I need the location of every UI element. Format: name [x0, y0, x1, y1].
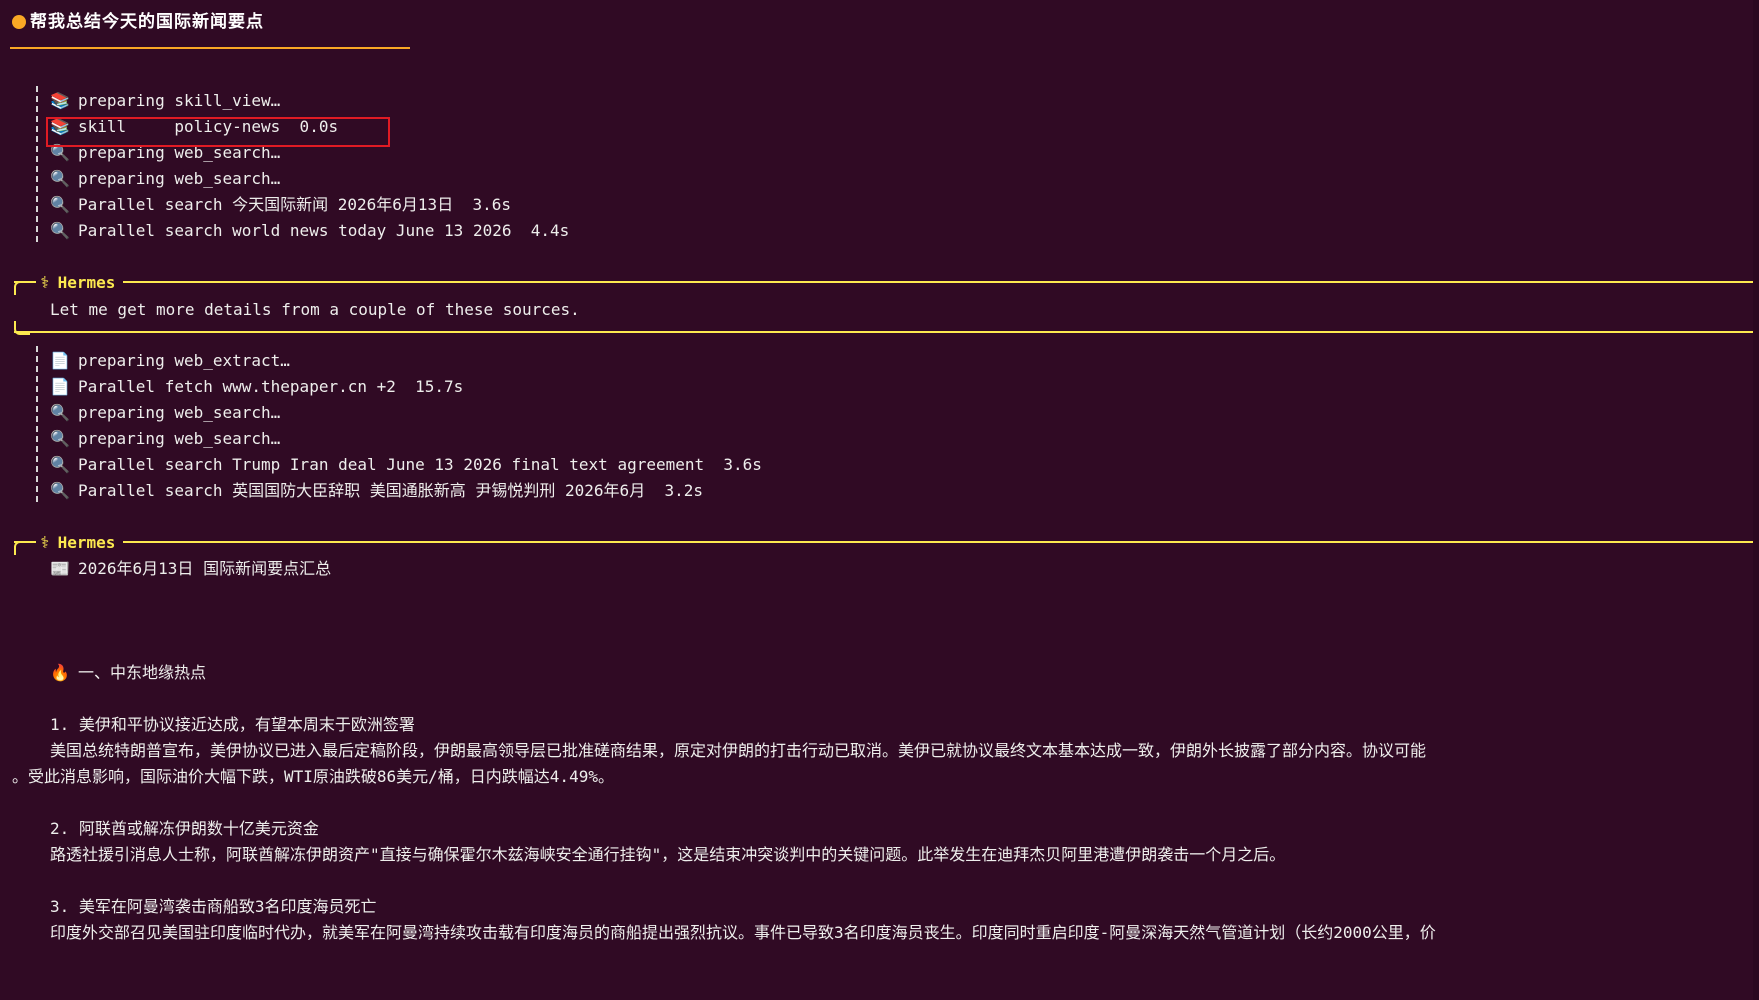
hermes-panel-1-corner	[14, 281, 30, 295]
news-item-title: 2. 阿联酋或解冻伊朗数十亿美元资金	[50, 819, 319, 838]
news-item-title: 1. 美伊和平协议接近达成，有望本周末于欧洲签署	[50, 715, 415, 734]
news-item-body: 印度外交部召见美国驻印度临时代办，就美军在阿曼湾持续攻击载有印度海员的商船提出强…	[50, 923, 1436, 942]
tool-call-line: 🔍 preparing web_search…	[50, 429, 281, 448]
fire-icon: 🔥	[50, 663, 70, 682]
document-icon: 📄	[50, 377, 70, 396]
section-heading: 🔥 一、中东地缘热点	[50, 663, 207, 682]
hermes-panel-2-top-border	[14, 541, 1759, 543]
search-icon: 🔍	[50, 403, 70, 422]
tool-call-line: 📄 Parallel fetch www.thepaper.cn +2 15.7s	[50, 377, 464, 396]
search-icon: 🔍	[50, 455, 70, 474]
news-item-body: 路透社援引消息人士称，阿联酋解冻伊朗资产"直接与确保霍尔木兹海峡安全通行挂钩"，…	[50, 845, 1286, 864]
tool-call-line: 🔍 preparing web_search…	[50, 169, 281, 188]
tool-call-line: 📚 preparing skill_view…	[50, 91, 281, 110]
newspaper-icon: 📰	[50, 559, 70, 578]
tool-call-line: 📄 preparing web_extract…	[50, 351, 290, 370]
search-icon: 🔍	[50, 221, 70, 240]
caduceus-icon: ⚕	[40, 533, 50, 552]
hermes-panel-1-top-border	[14, 281, 1759, 283]
search-icon: 🔍	[50, 429, 70, 448]
window-edge	[1753, 0, 1759, 1000]
tool-call-line: 🔍 preparing web_search…	[50, 403, 281, 422]
books-icon: 📚	[50, 91, 70, 110]
tool-call-line: 🔍 Parallel search world news today June 1…	[50, 221, 570, 240]
hermes-label: ⚕ Hermes	[36, 533, 124, 553]
highlight-box	[46, 117, 390, 147]
prompt-title-text: 帮我总结今天的国际新闻要点	[30, 12, 264, 32]
document-icon: 📄	[50, 351, 70, 370]
news-item-title: 3. 美军在阿曼湾袭击商船致3名印度海员死亡	[50, 897, 377, 916]
caduceus-icon: ⚕	[40, 273, 50, 292]
search-icon: 🔍	[50, 481, 70, 500]
tool-call-line: 🔍 Parallel search 今天国际新闻 2026年6月13日 3.6s	[50, 195, 511, 214]
search-icon: 🔍	[50, 169, 70, 188]
tool-call-line: 🔍 Parallel search Trump Iran deal June 13…	[50, 455, 762, 474]
title-underline	[10, 47, 410, 49]
hermes-panel-1-bottom-border	[14, 331, 1759, 333]
hermes-label: ⚕ Hermes	[36, 273, 124, 293]
hermes-panel-2-corner	[14, 541, 30, 555]
news-item-body: 美国总统特朗普宣布，美伊协议已进入最后定稿阶段，伊朗最高领导层已批准磋商结果，原…	[50, 741, 1427, 760]
tool-call-line: 🔍 Parallel search 英国国防大臣辞职 美国通胀新高 尹锡悦判刑 2…	[50, 481, 703, 500]
news-summary-heading: 📰 2026年6月13日 国际新闻要点汇总	[50, 559, 332, 578]
tool-call-group-2	[36, 346, 38, 502]
news-item-body-continued: 。受此消息影响，国际油价大幅下跌，WTI原油跌破86美元/桶，日内跌幅达4.49…	[12, 767, 614, 786]
tool-call-group-1	[36, 86, 38, 242]
prompt-title: 帮我总结今天的国际新闻要点	[12, 12, 264, 32]
hermes-message-1: Let me get more details from a couple of…	[50, 300, 580, 319]
search-icon: 🔍	[50, 195, 70, 214]
status-dot-icon	[12, 15, 26, 29]
